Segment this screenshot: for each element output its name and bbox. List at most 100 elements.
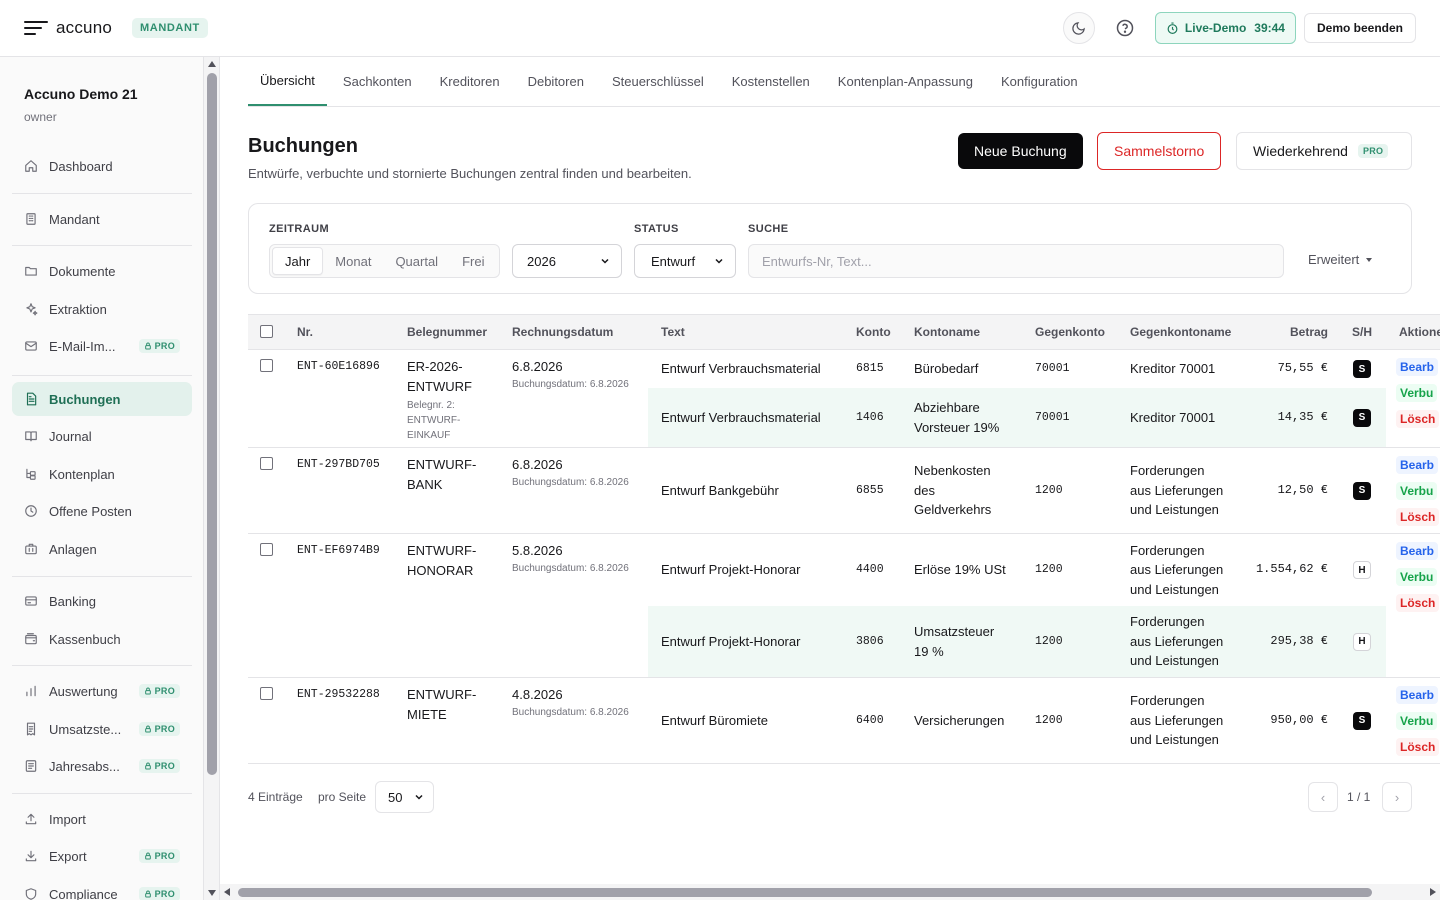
tab-steuerschlüssel[interactable]: Steuerschlüssel — [600, 57, 716, 106]
edit-action-button[interactable]: Bearb — [1396, 456, 1439, 474]
theme-toggle-button[interactable] — [1062, 12, 1095, 44]
book-action-button[interactable]: Verbu — [1396, 712, 1438, 730]
col-nr[interactable]: Nr. — [297, 325, 313, 339]
tab-kontenplan-anpassung[interactable]: Kontenplan-Anpassung — [826, 57, 985, 106]
entry-number[interactable]: ENT-60E16896 — [297, 357, 380, 377]
end-demo-button[interactable]: Demo beenden — [1303, 13, 1416, 43]
page-indicator: 1 / 1 — [1347, 790, 1371, 804]
status-select[interactable]: Entwurf — [634, 244, 736, 278]
sidebar-item-kontenplan[interactable]: Kontenplan — [12, 457, 192, 491]
contra-account-name-line: Forderungen — [1130, 463, 1205, 479]
sidebar-item-export[interactable]: Export PRO — [12, 839, 192, 873]
scroll-down-icon[interactable] — [208, 890, 216, 896]
select-all-checkbox[interactable] — [260, 325, 273, 338]
bulk-storno-button[interactable]: Sammelstorno — [1097, 132, 1222, 170]
sidebar-item-kassenbuch[interactable]: Kassenbuch — [12, 622, 192, 656]
recurring-button[interactable]: Wiederkehrend PRO — [1236, 132, 1412, 170]
sidebar-item-e-mail-im[interactable]: E-Mail-Im... PRO — [12, 329, 192, 363]
advanced-filter-button[interactable]: Erweitert — [1308, 252, 1373, 267]
scroll-left-icon[interactable] — [224, 888, 230, 896]
tab-kostenstellen[interactable]: Kostenstellen — [720, 57, 822, 106]
sidebar-item-compliance[interactable]: Compliance PRO — [12, 877, 192, 900]
sidebar-item-banking[interactable]: Banking — [12, 584, 192, 618]
sidebar-scroll-thumb[interactable] — [207, 73, 217, 775]
book-action-button[interactable]: Verbu — [1396, 482, 1438, 500]
row-checkbox[interactable] — [260, 359, 273, 372]
contra-account-name-line: und Leistungen — [1130, 581, 1219, 597]
sidebar-scrollbar[interactable] — [204, 57, 220, 900]
period-option-frei[interactable]: Frei — [450, 247, 496, 275]
row-checkbox[interactable] — [260, 543, 273, 556]
live-demo-badge[interactable]: Live-Demo 39:44 — [1154, 12, 1296, 44]
account-number: 6400 — [856, 713, 884, 727]
period-option-jahr[interactable]: Jahr — [272, 247, 324, 275]
sidebar-item-extraktion[interactable]: Extraktion — [12, 292, 192, 326]
period-option-quartal[interactable]: Quartal — [383, 247, 450, 275]
edit-action-button[interactable]: Bearb — [1396, 358, 1439, 376]
sidebar-item-umsatzste[interactable]: Umsatzste... PRO — [12, 712, 192, 746]
prev-page-button[interactable]: ‹ — [1308, 782, 1338, 812]
entry-number[interactable]: ENT-EF6974B9 — [297, 541, 380, 561]
next-page-button[interactable]: › — [1382, 782, 1412, 812]
book-action-button[interactable]: Verbu — [1396, 568, 1438, 586]
sidebar-item-auswertung[interactable]: Auswertung PRO — [12, 674, 192, 708]
advanced-label: Erweitert — [1308, 252, 1360, 267]
new-booking-button[interactable]: Neue Buchung — [958, 133, 1083, 169]
mail-icon — [25, 341, 37, 351]
row-checkbox[interactable] — [260, 457, 273, 470]
amount: 12,50 € — [1277, 482, 1328, 497]
edit-action-button[interactable]: Bearb — [1396, 542, 1439, 560]
col-text[interactable]: Text — [661, 325, 685, 339]
sidebar-item-jahresabs[interactable]: Jahresabs... PRO — [12, 749, 192, 783]
row-checkbox[interactable] — [260, 687, 273, 700]
horizontal-scroll-thumb[interactable] — [238, 888, 1372, 897]
delete-action-button[interactable]: Lösch — [1396, 410, 1440, 428]
col-belegnummer[interactable]: Belegnummer — [407, 325, 487, 339]
col-gegenkonto[interactable]: Gegenkonto — [1035, 325, 1105, 339]
pro-badge-label: PRO — [154, 761, 175, 771]
delete-action-button[interactable]: Lösch — [1396, 738, 1440, 756]
year-select[interactable]: 2026 — [512, 244, 622, 278]
tab-übersicht[interactable]: Übersicht — [248, 57, 327, 106]
tab-konfiguration[interactable]: Konfiguration — [989, 57, 1090, 106]
scroll-right-icon[interactable] — [1430, 888, 1436, 896]
col-konto[interactable]: Konto — [856, 325, 891, 339]
col-gegenkontoname[interactable]: Gegenkontoname — [1130, 325, 1231, 339]
sidebar-item-dashboard[interactable]: Dashboard — [12, 149, 192, 183]
tab-debitoren[interactable]: Debitoren — [516, 57, 596, 106]
sidebar-item-mandant[interactable]: Mandant — [12, 202, 192, 236]
delete-action-button[interactable]: Lösch — [1396, 508, 1440, 526]
sidebar-item-journal[interactable]: Journal — [12, 419, 192, 453]
col-betrag[interactable]: Betrag — [1290, 325, 1328, 339]
period-option-monat[interactable]: Monat — [323, 247, 383, 275]
sidebar-item-dokumente[interactable]: Dokumente — [12, 254, 192, 288]
book-action-button[interactable]: Verbu — [1396, 384, 1438, 402]
tab-kreditoren[interactable]: Kreditoren — [428, 57, 512, 106]
help-button[interactable] — [1109, 12, 1141, 44]
entry-number[interactable]: ENT-29532288 — [297, 685, 380, 705]
entry-number[interactable]: ENT-297BD705 — [297, 455, 380, 475]
pro-badge: PRO — [138, 722, 180, 736]
tab-sachkonten[interactable]: Sachkonten — [331, 57, 424, 106]
brand-logo[interactable]: accuno — [56, 18, 112, 38]
sidebar-item-offene-posten[interactable]: Offene Posten — [12, 494, 192, 528]
sidebar-item-import[interactable]: Import — [12, 802, 192, 836]
menu-logo-icon[interactable] — [24, 20, 48, 36]
col-rechnungsdatum[interactable]: Rechnungsdatum — [512, 325, 613, 339]
delete-action-button[interactable]: Lösch — [1396, 594, 1440, 612]
per-page-select[interactable]: 50 — [375, 781, 434, 813]
col-kontoname[interactable]: Kontoname — [914, 325, 980, 339]
debit-credit-badge: S — [1353, 711, 1371, 730]
scroll-up-icon[interactable] — [208, 61, 216, 67]
edit-action-button[interactable]: Bearb — [1396, 686, 1439, 704]
account-name-line: Nebenkosten — [914, 463, 991, 479]
horizontal-scrollbar[interactable] — [220, 884, 1440, 900]
sidebar-item-buchungen[interactable]: Buchungen — [12, 382, 192, 416]
booking-date: Buchungsdatum: 6.8.2026 — [512, 706, 629, 718]
shield-icon — [25, 888, 37, 900]
sidebar: Accuno Demo 21 owner Dashboard Mandant Dok… — [0, 57, 204, 900]
search-input[interactable] — [748, 244, 1284, 278]
sidebar-item-anlagen[interactable]: Anlagen — [12, 532, 192, 566]
contra-account-number: 1200 — [1035, 634, 1063, 648]
col-sh[interactable]: S/H — [1352, 325, 1372, 339]
